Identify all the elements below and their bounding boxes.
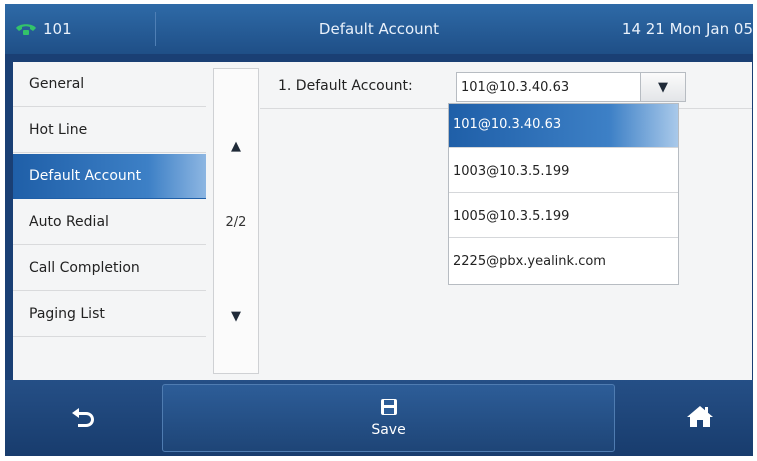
settings-menu: General Hot Line Default Account Auto Re…	[13, 62, 206, 380]
home-icon	[686, 404, 714, 432]
dropdown-option[interactable]: 2225@pbx.yealink.com	[449, 239, 678, 283]
date-time: 14 21 Mon Jan 05	[621, 20, 753, 38]
menu-item-auto-redial[interactable]: Auto Redial	[13, 200, 206, 245]
dropdown-option[interactable]: 1005@10.3.5.199	[449, 194, 678, 238]
menu-item-label: Hot Line	[29, 122, 88, 138]
back-icon	[70, 404, 96, 432]
home-button[interactable]	[670, 388, 730, 448]
default-account-select[interactable]: 101@10.3.40.63 ▼	[456, 72, 686, 102]
selected-value: 101@10.3.40.63	[461, 80, 570, 95]
menu-item-general[interactable]: General	[13, 62, 206, 107]
dropdown-option[interactable]: 101@10.3.40.63	[449, 104, 678, 148]
menu-item-default-account[interactable]: Default Account	[13, 154, 206, 199]
menu-item-label: Paging List	[29, 306, 105, 322]
save-button[interactable]: Save	[162, 384, 615, 452]
back-button[interactable]	[53, 388, 113, 448]
page-scroller: ▲ 2/2 ▼	[213, 68, 259, 374]
setting-row: 1. Default Account: 101@10.3.40.63 ▼	[260, 62, 752, 109]
menu-item-label: Auto Redial	[29, 214, 109, 230]
account-dropdown-list: 101@10.3.40.63 1003@10.3.5.199 1005@10.3…	[448, 103, 679, 285]
default-account-label: 1. Default Account:	[278, 78, 413, 94]
softkey-bar: Save	[5, 380, 753, 456]
status-bar: 101 Default Account 14 21 Mon Jan 05	[5, 4, 753, 54]
menu-item-paging-list[interactable]: Paging List	[13, 292, 206, 337]
save-icon	[380, 398, 398, 420]
scroll-up-icon[interactable]: ▲	[214, 139, 258, 154]
menu-item-label: General	[29, 76, 85, 92]
page-indicator: 2/2	[225, 215, 247, 230]
scroll-down-icon[interactable]: ▼	[214, 309, 258, 324]
menu-item-label: Default Account	[29, 168, 142, 184]
save-label: Save	[371, 422, 406, 438]
menu-item-call-completion[interactable]: Call Completion	[13, 246, 206, 291]
chevron-down-icon[interactable]: ▼	[640, 73, 685, 101]
menu-item-hot-line[interactable]: Hot Line	[13, 108, 206, 153]
phone-screen: 101 Default Account 14 21 Mon Jan 05 Gen…	[5, 4, 753, 456]
dropdown-option[interactable]: 1003@10.3.5.199	[449, 149, 678, 193]
menu-item-label: Call Completion	[29, 260, 140, 276]
